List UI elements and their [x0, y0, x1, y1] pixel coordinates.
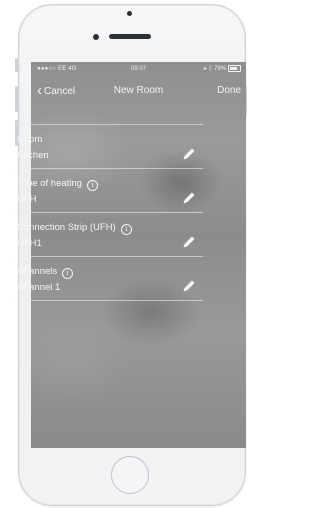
field-value: UFH1	[17, 238, 42, 249]
field-value: Kitchen	[17, 150, 49, 161]
field-label: Room	[17, 134, 43, 145]
status-right: ➤ ᛒ 79%	[203, 62, 241, 76]
front-camera	[93, 34, 99, 40]
info-icon[interactable]: i	[62, 268, 74, 279]
info-icon[interactable]: i	[86, 180, 98, 191]
status-bar: ●●●○○ EE 4G 09:07 ➤ ᛒ 79%	[31, 62, 246, 76]
proximity-sensor	[127, 11, 132, 16]
field-label: Connection Strip (UFH) i	[17, 222, 132, 235]
volume-up-button	[15, 86, 18, 112]
location-arrow-icon: ➤	[203, 66, 208, 72]
home-button[interactable]	[111, 456, 149, 494]
navigation-bar: ‹ Cancel New Room Done	[31, 76, 246, 106]
info-icon[interactable]: i	[120, 224, 132, 235]
field-label: Channels i	[17, 266, 74, 279]
earpiece-speaker	[109, 34, 151, 39]
field-value: UFH	[17, 194, 37, 205]
field-connection-strip[interactable]: Connection Strip (UFH) i UFH1	[15, 213, 203, 257]
pencil-icon[interactable]	[181, 190, 197, 206]
field-value: Channel 1	[17, 282, 61, 293]
pencil-icon[interactable]	[181, 146, 197, 162]
page-title: New Room	[113, 85, 164, 96]
field-type-of-heating[interactable]: Type of heating i UFH	[15, 169, 203, 213]
pencil-icon[interactable]	[181, 278, 197, 294]
pencil-icon[interactable]	[181, 234, 197, 250]
bluetooth-icon: ᛒ	[208, 66, 213, 72]
field-room[interactable]: Room Kitchen	[15, 125, 203, 169]
field-channels[interactable]: Channels i Channel 1	[15, 257, 203, 301]
mute-switch	[15, 58, 18, 72]
done-button[interactable]: Done	[217, 76, 241, 106]
battery-percent: 79%	[213, 66, 226, 72]
battery-icon	[228, 64, 241, 72]
room-form: Room Kitchen Type of heating i UFH Connec…	[15, 124, 203, 301]
field-label: Type of heating i	[17, 178, 98, 191]
